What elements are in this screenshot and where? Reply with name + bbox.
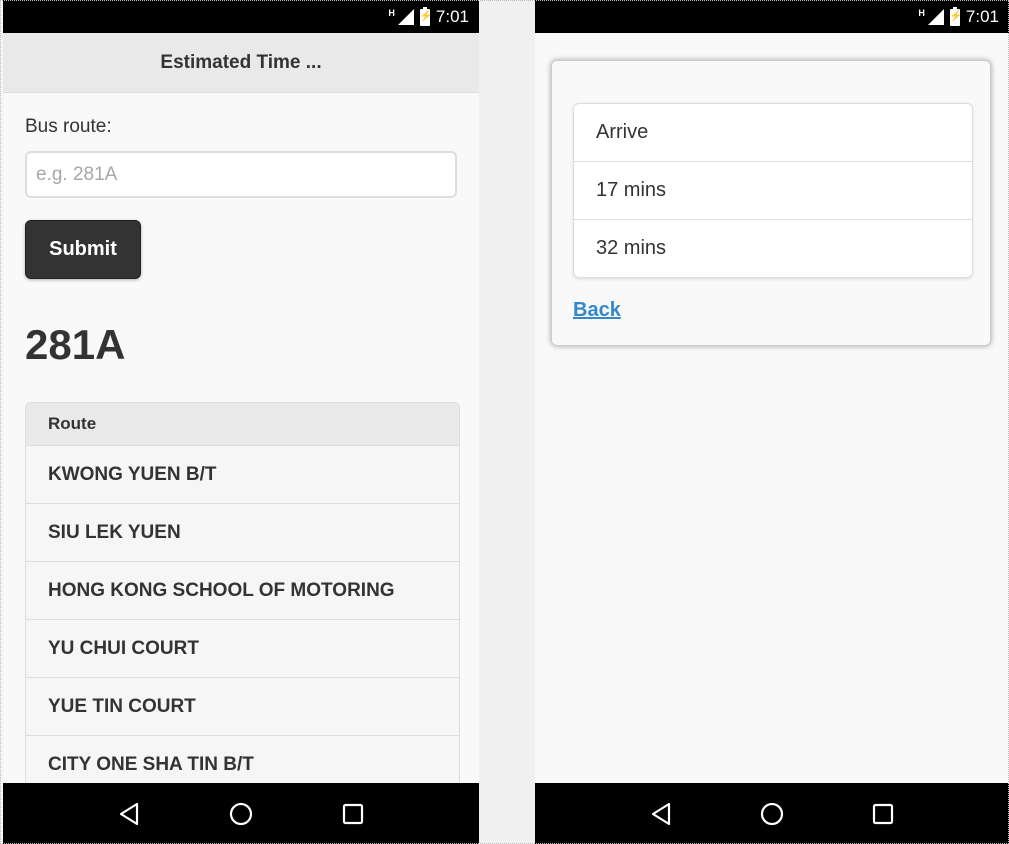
home-circle-icon[interactable] [221,794,261,834]
list-item[interactable]: YU CHUI COURT [26,620,459,678]
back-link[interactable]: Back [573,299,621,322]
route-stop-list: Route KWONG YUEN B/T SIU LEK YUEN HONG K… [25,402,460,795]
android-nav-bar [535,783,1009,844]
eta-item: 32 mins [596,237,667,259]
signal-icon [397,9,414,25]
recents-square-icon[interactable] [863,794,903,834]
list-item[interactable]: HONG KONG SCHOOL OF MOTORING [26,562,459,620]
list-header: Route [26,403,459,446]
network-type-icon: H [918,7,925,18]
recents-square-icon[interactable] [333,794,373,834]
signal-icon [927,9,944,25]
eta-item: 17 mins [574,162,972,220]
back-triangle-icon[interactable] [109,794,149,834]
eta-item: Arrive [574,104,972,162]
screen-gap [479,0,535,844]
bus-route-input[interactable] [25,151,457,198]
status-bar: H 7:01 [535,0,1009,33]
list-item[interactable]: KWONG YUEN B/T [26,446,459,504]
list-item[interactable]: YUE TIN COURT [26,678,459,736]
back-triangle-icon[interactable] [641,794,681,834]
eta-popup: Arrive 17 mins 32 mins Back [551,60,991,346]
page-title: Estimated Time ... [160,51,322,73]
left-phone-screen: H 7:01 Estimated Time ... Bus route: Sub… [3,0,479,844]
list-item[interactable]: SIU LEK YUEN [26,504,459,562]
page-header: Estimated Time ... [3,33,479,93]
route-number-heading: 281A [25,321,126,368]
eta-list: Arrive 17 mins 32 mins [573,103,973,278]
home-circle-icon[interactable] [752,794,792,834]
battery-charging-icon [419,6,430,26]
android-nav-bar [3,783,479,844]
network-type-icon: H [388,7,395,18]
bus-route-label: Bus route: [25,116,112,137]
status-time: 7:01 [965,7,999,26]
submit-button[interactable]: Submit [25,220,141,279]
status-time: 7:01 [435,7,469,26]
right-phone-screen: H 7:01 Arrive 17 mins 32 mins Back [535,0,1009,844]
status-bar: H 7:01 [3,0,479,33]
battery-charging-icon [949,6,960,26]
